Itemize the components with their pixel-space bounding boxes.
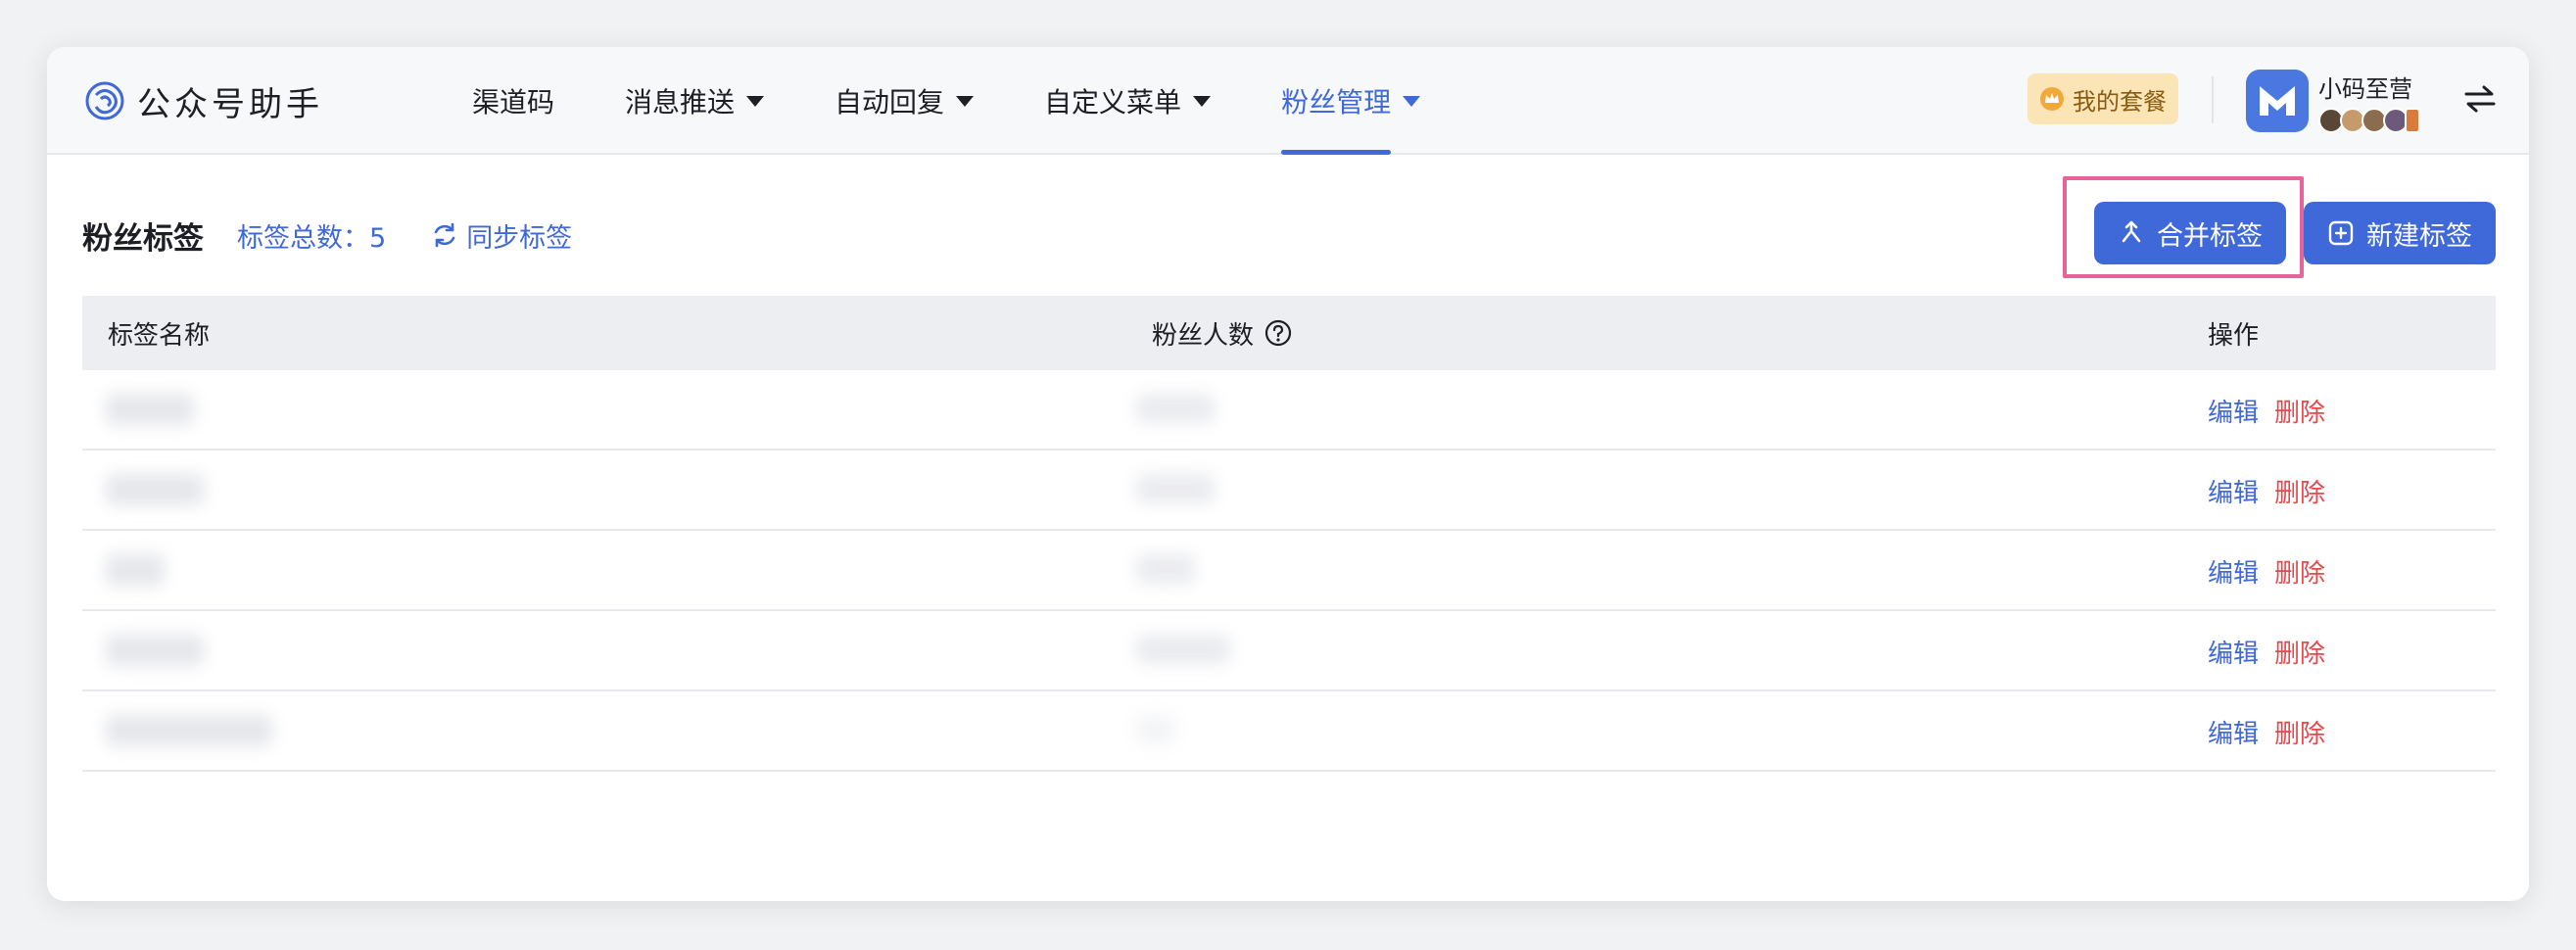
plus-square-icon bbox=[2328, 220, 2354, 246]
delete-link[interactable]: 删除 bbox=[2274, 393, 2325, 429]
m-logo-icon bbox=[2260, 86, 2295, 116]
account-name: 小码至营 bbox=[2318, 74, 2412, 103]
fan-count-redacted bbox=[1136, 715, 1175, 744]
caret-down-icon bbox=[956, 95, 975, 107]
table-row: 编辑 删除 bbox=[82, 451, 2496, 531]
tag-name-redacted bbox=[106, 554, 165, 586]
edit-link[interactable]: 编辑 bbox=[2208, 473, 2259, 509]
refresh-icon bbox=[434, 222, 455, 248]
caret-down-icon bbox=[746, 95, 765, 107]
row-actions: 编辑 删除 bbox=[2208, 370, 2325, 451]
delete-link[interactable]: 删除 bbox=[2274, 714, 2325, 750]
tag-name-redacted bbox=[106, 635, 204, 666]
nav-item-fan-management[interactable]: 粉丝管理 bbox=[1281, 47, 1421, 155]
top-header: 公众号助手 渠道码 消息推送 自动回复 自定义菜单 粉丝管理 我的套餐 小码至营 bbox=[47, 47, 2529, 155]
edit-link[interactable]: 编辑 bbox=[2208, 714, 2259, 750]
column-header-ops: 操作 bbox=[2208, 320, 2260, 351]
fan-count-redacted bbox=[1136, 554, 1195, 584]
table-row: 编辑 删除 bbox=[82, 370, 2496, 451]
tags-table: 标签名称 粉丝人数 操作 编辑 删除 编辑 删除 编辑 删除 编辑 删除 编辑 … bbox=[82, 296, 2496, 772]
fan-count-redacted bbox=[1136, 635, 1230, 664]
table-row: 编辑 删除 bbox=[82, 691, 2496, 772]
delete-link[interactable]: 删除 bbox=[2274, 473, 2325, 509]
tag-count: 标签总数：5 bbox=[237, 222, 387, 254]
main-nav: 渠道码 消息推送 自动回复 自定义菜单 粉丝管理 bbox=[472, 47, 1491, 155]
column-header-count-label: 粉丝人数 bbox=[1152, 320, 1255, 351]
delete-link[interactable]: 删除 bbox=[2274, 634, 2325, 670]
new-tag-button[interactable]: 新建标签 bbox=[2304, 202, 2496, 264]
brand[interactable]: 公众号助手 bbox=[84, 47, 323, 155]
page-toolbar: 粉丝标签 标签总数：5 同步标签 bbox=[82, 204, 572, 266]
table-row: 编辑 删除 bbox=[82, 611, 2496, 691]
sync-tags-button[interactable]: 同步标签 bbox=[431, 216, 572, 255]
brand-logo-icon bbox=[85, 81, 124, 120]
delete-link[interactable]: 删除 bbox=[2274, 553, 2325, 590]
row-actions: 编辑 删除 bbox=[2208, 691, 2325, 772]
badge-avatar bbox=[2405, 107, 2420, 133]
merge-tags-label: 合并标签 bbox=[2157, 220, 2263, 252]
tag-name-redacted bbox=[106, 715, 272, 746]
edit-link[interactable]: 编辑 bbox=[2208, 634, 2259, 670]
fan-count-redacted bbox=[1136, 394, 1215, 423]
page-title: 粉丝标签 bbox=[82, 220, 204, 257]
nav-item-label: 渠道码 bbox=[472, 86, 555, 119]
tag-name-redacted bbox=[106, 474, 204, 505]
merge-tags-button[interactable]: 合并标签 bbox=[2094, 202, 2286, 264]
nav-item-message-push[interactable]: 消息推送 bbox=[625, 47, 765, 155]
table-header: 标签名称 粉丝人数 操作 bbox=[82, 296, 2496, 370]
fan-count-redacted bbox=[1136, 474, 1215, 503]
sync-tags-label: 同步标签 bbox=[466, 222, 573, 254]
question-circle-icon[interactable] bbox=[1264, 318, 1293, 348]
account-info: 小码至营 bbox=[2318, 70, 2420, 133]
row-actions: 编辑 删除 bbox=[2208, 611, 2325, 691]
merge-icon bbox=[2122, 220, 2141, 243]
nav-item-auto-reply[interactable]: 自动回复 bbox=[835, 47, 975, 155]
column-header-name: 标签名称 bbox=[108, 320, 211, 351]
nav-item-label: 粉丝管理 bbox=[1281, 86, 1392, 119]
my-plan-label: 我的套餐 bbox=[2073, 87, 2167, 116]
new-tag-label: 新建标签 bbox=[2366, 220, 2472, 252]
nav-item-custom-menu[interactable]: 自定义菜单 bbox=[1044, 47, 1212, 155]
edit-link[interactable]: 编辑 bbox=[2208, 553, 2259, 590]
column-header-count: 粉丝人数 bbox=[1152, 315, 1293, 352]
caret-down-icon bbox=[1193, 95, 1212, 107]
app-window: 公众号助手 渠道码 消息推送 自动回复 自定义菜单 粉丝管理 我的套餐 小码至营… bbox=[47, 47, 2529, 901]
nav-item-channel-code[interactable]: 渠道码 bbox=[472, 47, 554, 155]
caret-down-icon bbox=[1403, 95, 1421, 107]
tag-name-redacted bbox=[106, 394, 194, 425]
row-actions: 编辑 删除 bbox=[2208, 451, 2325, 531]
nav-item-label: 自动回复 bbox=[835, 86, 945, 119]
account-avatar bbox=[2246, 70, 2309, 132]
nav-item-label: 自定义菜单 bbox=[1044, 86, 1182, 119]
brand-name: 公众号助手 bbox=[137, 84, 323, 124]
account-switcher[interactable]: 小码至营 bbox=[2246, 67, 2420, 135]
account-badges bbox=[2318, 107, 2420, 133]
nav-item-label: 消息推送 bbox=[625, 86, 736, 119]
header-divider bbox=[2212, 76, 2214, 123]
table-row: 编辑 删除 bbox=[82, 531, 2496, 611]
edit-link[interactable]: 编辑 bbox=[2208, 393, 2259, 429]
switch-icon[interactable] bbox=[2462, 84, 2498, 114]
row-actions: 编辑 删除 bbox=[2208, 531, 2325, 611]
crown-icon bbox=[2040, 87, 2064, 111]
my-plan-button[interactable]: 我的套餐 bbox=[2027, 73, 2178, 124]
